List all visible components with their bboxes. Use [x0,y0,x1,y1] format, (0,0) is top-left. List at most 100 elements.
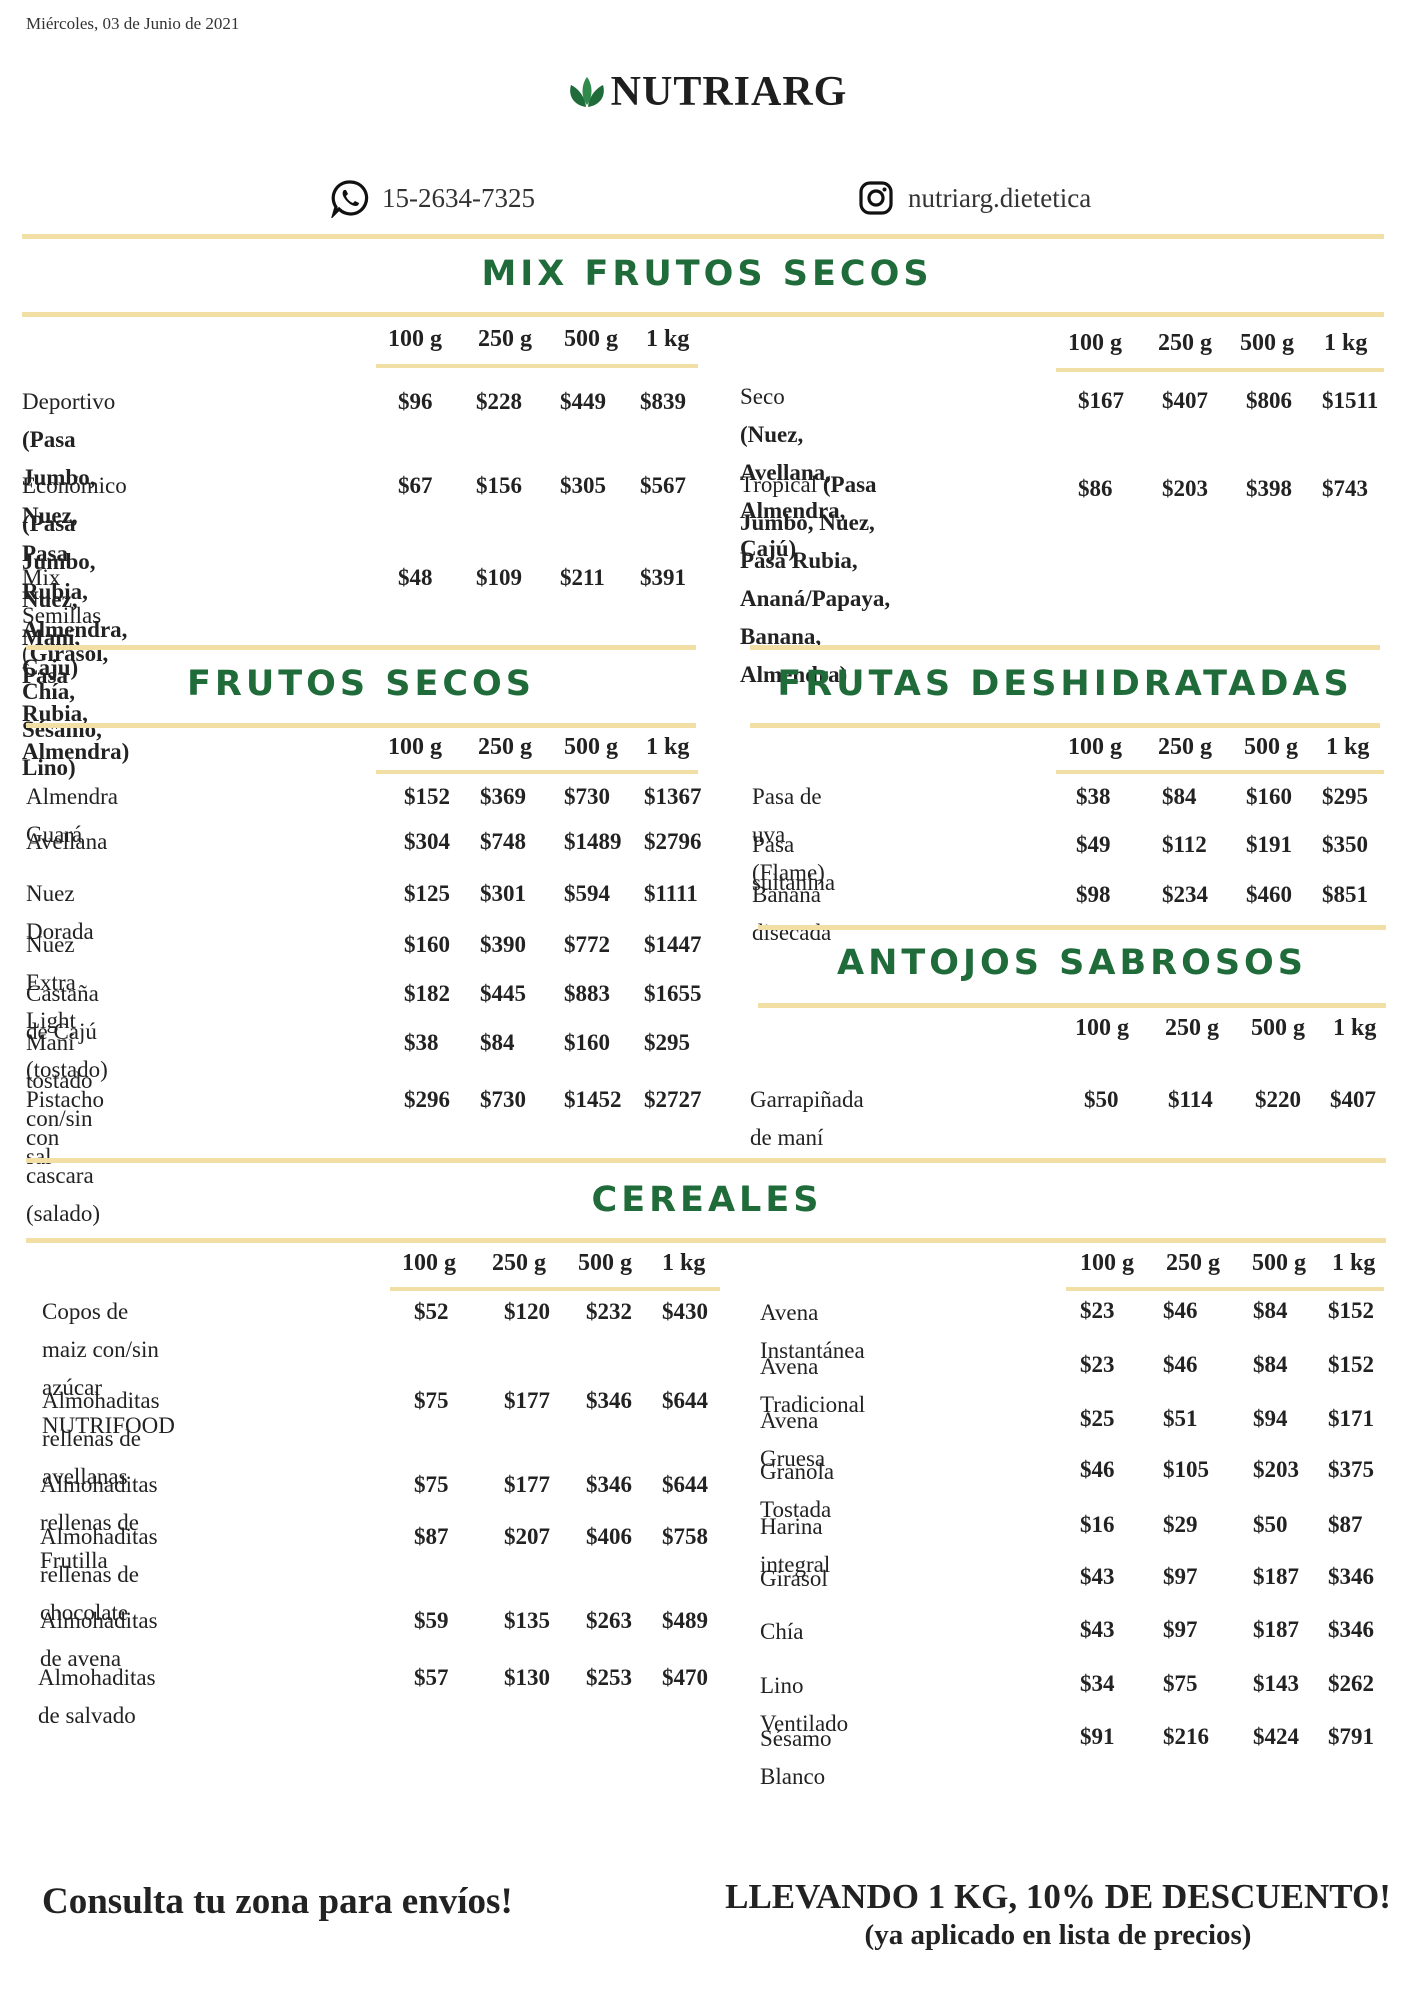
divider [750,723,1380,728]
price-cell: $748 [480,829,526,854]
price-cell: $2796 [644,829,702,854]
price-cell: $135 [504,1608,550,1633]
price-cell: $398 [1246,476,1292,501]
instagram-contact[interactable]: nutriarg.dietetica [856,178,1091,218]
price-cell: $187 [1253,1564,1299,1589]
header-underline [1066,1287,1384,1291]
header-underline [390,1287,720,1291]
brand-logo: NUTRIARG [0,68,1414,116]
header-underline [376,770,698,774]
divider [22,312,1384,317]
section-title-frutas: FRUTAS DESHIDRATADAS [777,664,1353,704]
price-cell: $851 [1322,882,1368,907]
price-cell: $304 [404,829,450,854]
column-header: 1 kg [662,1250,706,1276]
shipping-note: Consulta tu zona para envíos! [42,1881,513,1922]
price-cell: $38 [1076,784,1111,809]
divider [26,645,696,650]
divider [758,1003,1386,1008]
price-cell: $220 [1255,1087,1301,1112]
price-cell: $109 [476,565,522,590]
price-cell: $84 [1162,784,1197,809]
price-cell: $369 [480,784,526,809]
price-cell: $86 [1078,476,1113,501]
divider [26,1238,1386,1243]
column-header: 100 g [402,1250,456,1276]
column-header: 1 kg [1324,330,1368,356]
price-cell: $48 [398,565,433,590]
price-cell: $296 [404,1087,450,1112]
price-cell: $130 [504,1665,550,1690]
price-cell: $16 [1080,1512,1115,1537]
price-cell: $84 [1253,1298,1288,1323]
phone-number: 15-2634-7325 [382,182,535,213]
price-cell: $1489 [564,829,622,854]
price-cell: $1511 [1322,388,1379,413]
column-header: 500 g [1251,1015,1305,1041]
price-cell: $160 [404,932,450,957]
price-cell: $263 [586,1608,632,1633]
price-cell: $2727 [644,1087,702,1112]
price-cell: $167 [1078,388,1124,413]
price-cell: $43 [1080,1564,1115,1589]
column-header: 250 g [1165,1015,1219,1041]
price-cell: $67 [398,473,433,498]
column-header: 250 g [1166,1250,1220,1276]
item-name: Chía [760,1619,804,1644]
phone-contact[interactable]: 15-2634-7325 [330,178,535,218]
column-header: 1 kg [1326,734,1370,760]
price-cell: $407 [1330,1087,1376,1112]
price-cell: $460 [1246,882,1292,907]
price-cell: $91 [1080,1724,1115,1749]
divider [758,925,1386,930]
price-cell: $216 [1163,1724,1209,1749]
price-cell: $391 [640,565,686,590]
price-cell: $262 [1328,1671,1374,1696]
price-cell: $25 [1080,1406,1115,1431]
price-cell: $430 [662,1299,708,1324]
column-header: 250 g [478,734,532,760]
price-cell: $758 [662,1524,708,1549]
column-header: 100 g [1068,734,1122,760]
column-header: 1 kg [1332,1250,1376,1276]
price-cell: $98 [1076,882,1111,907]
price-cell: $84 [480,1030,515,1055]
price-cell: $730 [480,1087,526,1112]
price-cell: $87 [414,1524,449,1549]
price-cell: $883 [564,981,610,1006]
price-cell: $470 [662,1665,708,1690]
item-name: Sésamo Blanco [760,1726,832,1789]
price-cell: $644 [662,1388,708,1413]
price-cell: $772 [564,932,610,957]
price-cell: $152 [404,784,450,809]
price-cell: $50 [1084,1087,1119,1112]
price-cell: $445 [480,981,526,1006]
price-cell: $23 [1080,1352,1115,1377]
price-cell: $23 [1080,1298,1115,1323]
price-cell: $234 [1162,882,1208,907]
price-cell: $567 [640,473,686,498]
price-cell: $346 [586,1388,632,1413]
price-cell: $57 [414,1665,449,1690]
item-name: Almohaditas de salvado [38,1665,156,1728]
instagram-icon [859,181,893,215]
price-cell: $160 [564,1030,610,1055]
price-cell: $305 [560,473,606,498]
section-title-mix: MIX FRUTOS SECOS [481,254,933,294]
divider [26,1158,1386,1163]
column-header: 1 kg [646,734,690,760]
price-cell: $743 [1322,476,1368,501]
price-cell: $97 [1163,1617,1198,1642]
column-header: 100 g [1075,1015,1129,1041]
price-cell: $350 [1322,832,1368,857]
price-cell: $177 [504,1472,550,1497]
column-header: 250 g [1158,734,1212,760]
price-cell: $346 [1328,1617,1374,1642]
price-cell: $46 [1163,1298,1198,1323]
price-cell: $203 [1253,1457,1299,1482]
price-cell: $105 [1163,1457,1209,1482]
price-cell: $120 [504,1299,550,1324]
item-detail: (Pasa Jumbo, Nuez, [740,472,877,535]
header-underline [376,364,698,368]
price-cell: $253 [586,1665,632,1690]
